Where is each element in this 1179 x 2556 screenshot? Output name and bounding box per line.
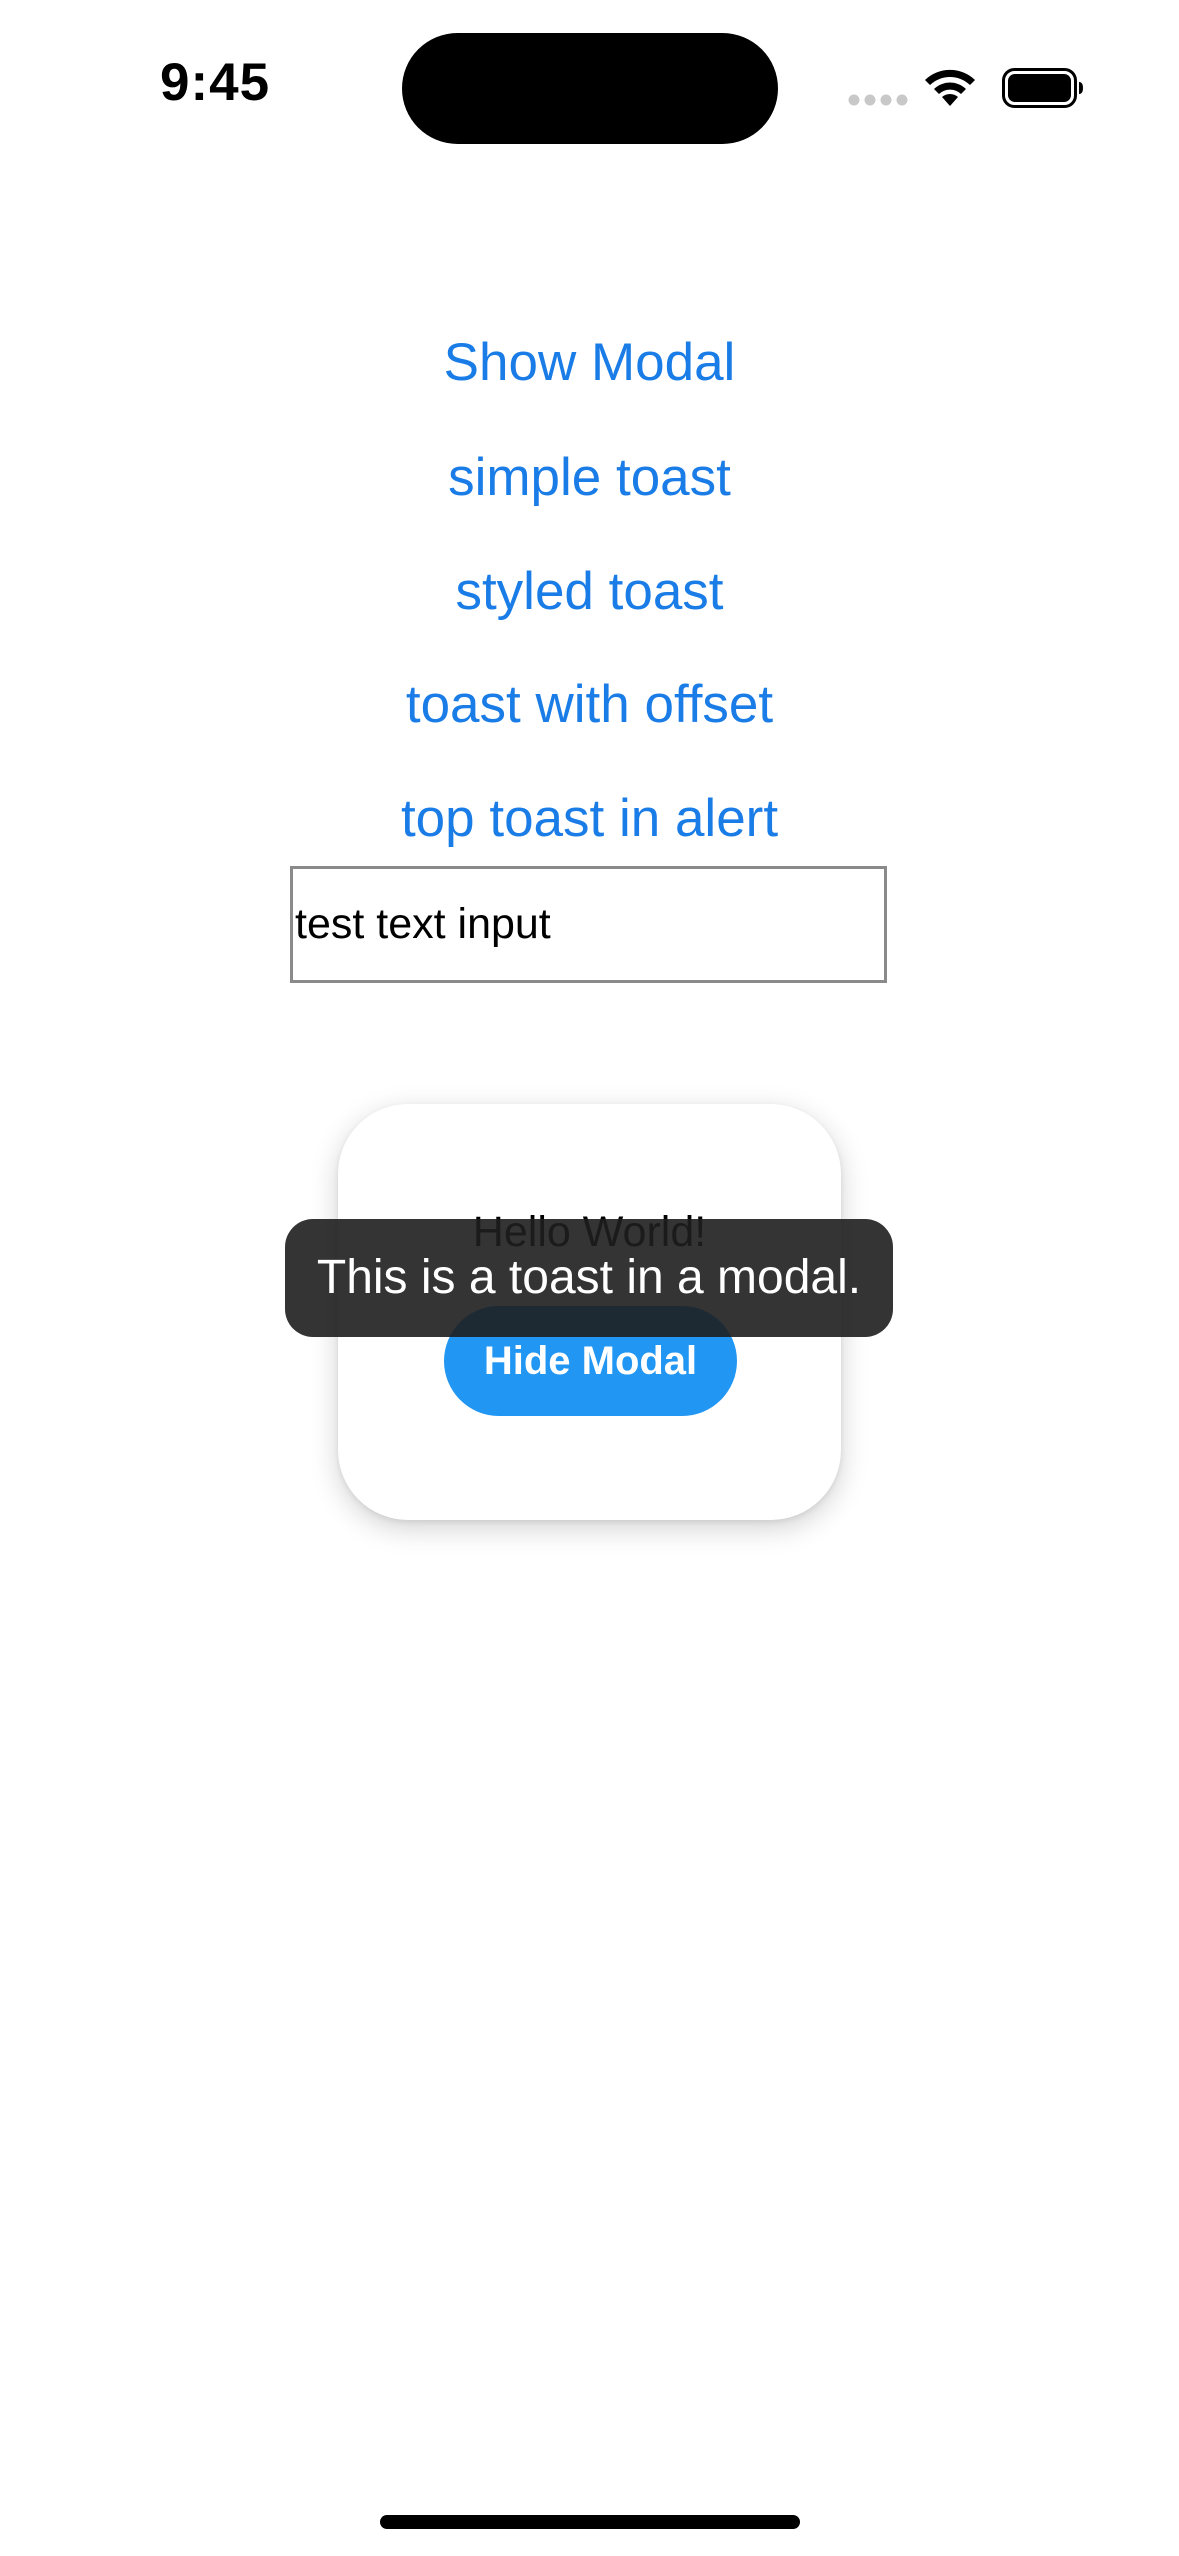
status-time: 9:45 — [160, 53, 271, 112]
wifi-icon — [925, 69, 975, 106]
toast-with-offset-button[interactable]: toast with offset — [0, 670, 1179, 740]
toast-message: This is a toast in a modal. — [285, 1219, 893, 1337]
home-indicator[interactable] — [380, 2515, 800, 2529]
battery-icon — [1002, 68, 1083, 108]
cellular-signal-icon — [848, 94, 908, 106]
styled-toast-button[interactable]: styled toast — [0, 557, 1179, 627]
test-text-input[interactable] — [290, 866, 887, 983]
show-modal-button[interactable]: Show Modal — [0, 328, 1179, 398]
simple-toast-button[interactable]: simple toast — [0, 443, 1179, 513]
dynamic-island — [402, 33, 778, 144]
top-toast-in-alert-button[interactable]: top toast in alert — [0, 784, 1179, 854]
